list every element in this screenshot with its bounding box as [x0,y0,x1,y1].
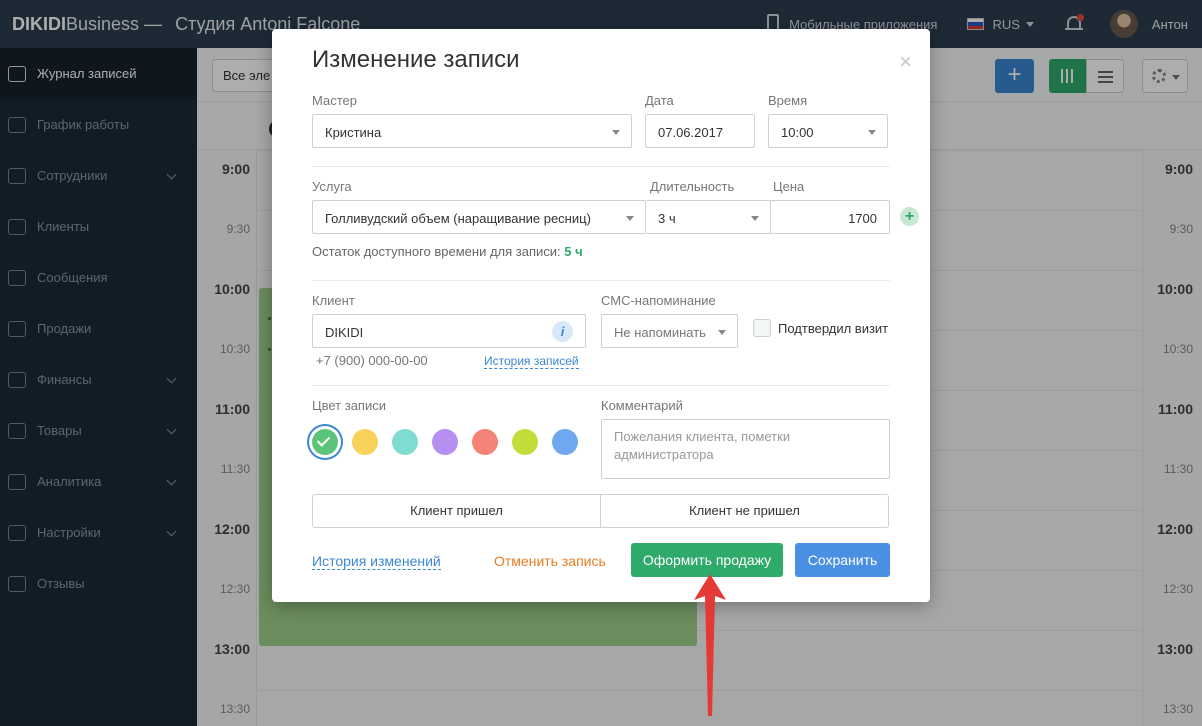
divider [312,280,890,281]
duration-value: 3 ч [658,211,676,226]
date-field[interactable]: 07.06.2017 [645,114,755,148]
sms-label: СМС-напоминание [601,293,716,308]
color-swatch[interactable] [432,429,458,455]
price-value: 1700 [848,211,877,226]
master-value: Кристина [325,125,382,140]
cancel-record-link[interactable]: Отменить запись [494,553,606,569]
color-swatch[interactable] [312,429,338,455]
time-select[interactable]: 10:00 [768,114,888,148]
comment-textarea[interactable]: Пожелания клиента, пометки администратор… [601,419,890,479]
client-came-button[interactable]: Клиент пришел [313,495,600,527]
color-swatch[interactable] [552,429,578,455]
divider [312,166,890,167]
date-label: Дата [645,93,674,108]
close-icon[interactable]: × [899,49,912,75]
color-label: Цвет записи [312,398,386,413]
check-icon [316,433,331,447]
remaining-time-note: Остаток доступного времени для записи: 5… [312,244,583,259]
color-swatch[interactable] [472,429,498,455]
chevron-down-icon [751,216,759,221]
color-swatch[interactable] [512,429,538,455]
date-value: 07.06.2017 [658,125,724,140]
changes-history-link[interactable]: История изменений [312,553,441,570]
divider [312,385,890,386]
records-history-link[interactable]: История записей [484,354,579,369]
confirm-visit-label: Подтвердил визит [778,321,889,336]
client-field[interactable]: DIKIDI i [312,314,586,348]
sms-value: Не напоминать [614,325,706,340]
duration-label: Длительность [650,179,735,194]
client-phone: +7 (900) 000-00-00 [316,353,428,368]
service-label: Услуга [312,179,352,194]
comment-placeholder: Пожелания клиента, пометки администратор… [614,429,791,462]
add-service-button[interactable]: + [900,207,919,226]
time-label-field: Время [768,93,808,108]
chevron-down-icon [868,130,876,135]
chevron-down-icon [718,330,726,335]
service-value: Голливудский объем (наращивание ресниц) [325,211,591,226]
master-label: Мастер [312,93,357,108]
service-select[interactable]: Голливудский объем (наращивание ресниц) [312,200,646,234]
visit-status-toggle: Клиент пришел Клиент не пришел [312,494,889,528]
price-field[interactable]: 1700 [770,200,890,234]
chevron-down-icon [612,130,620,135]
remaining-value: 5 ч [564,244,583,259]
modal-title: Изменение записи [312,46,520,73]
duration-select[interactable]: 3 ч [646,200,771,234]
price-label: Цена [773,179,805,194]
sms-reminder-select[interactable]: Не напоминать [601,314,738,348]
client-value: DIKIDI [325,325,364,340]
confirm-visit-checkbox[interactable] [753,319,771,337]
chevron-down-icon [626,216,634,221]
info-icon[interactable]: i [552,321,573,342]
color-swatch[interactable] [392,429,418,455]
client-label: Клиент [312,293,355,308]
comment-label: Комментарий [601,398,683,413]
master-select[interactable]: Кристина [312,114,632,148]
remaining-label: Остаток доступного времени для записи: [312,244,565,259]
edit-record-modal: Изменение записи × Мастер Кристина Дата … [272,29,930,602]
annotation-arrow-icon [694,574,726,716]
time-value: 10:00 [781,125,814,140]
color-swatch[interactable] [352,429,378,455]
save-button[interactable]: Сохранить [795,543,890,577]
client-not-came-button[interactable]: Клиент не пришел [600,495,888,527]
